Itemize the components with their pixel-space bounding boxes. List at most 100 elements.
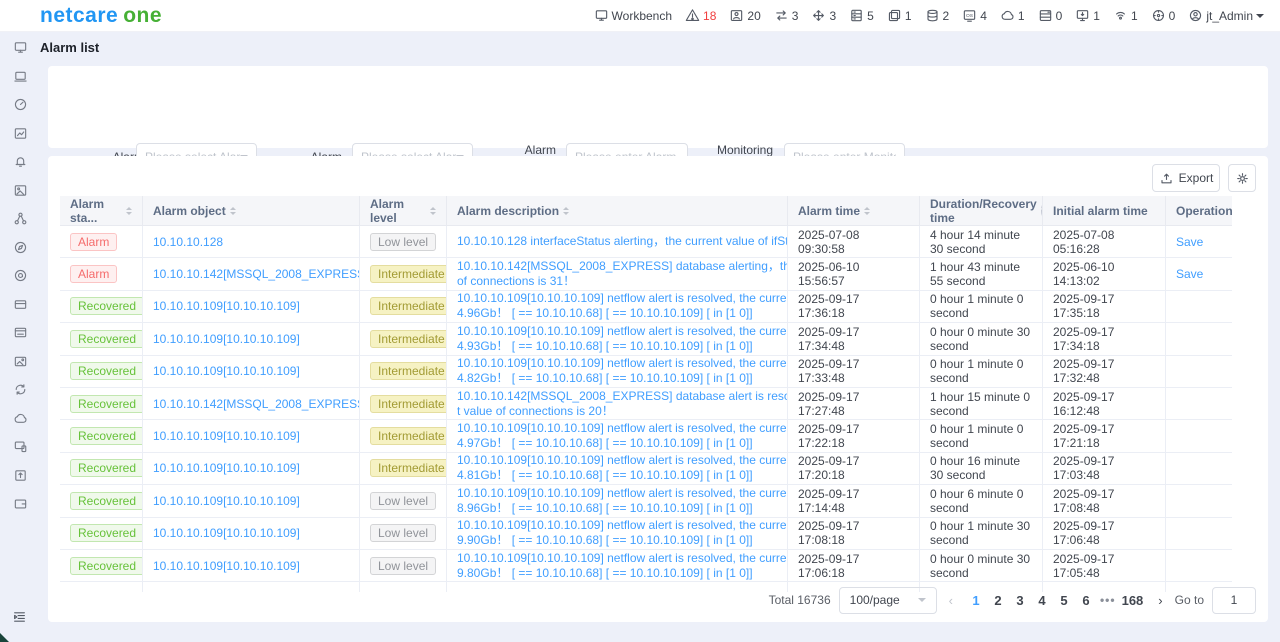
page-number-1[interactable]: 1 bbox=[965, 593, 987, 608]
alarm-description[interactable]: 10.10.10.109[10.10.10.109] netflow alert… bbox=[457, 356, 788, 386]
alarm-level-cell: Intermediate bbox=[360, 420, 447, 451]
collapse-icon[interactable] bbox=[12, 609, 27, 624]
sidebar-shield-icon[interactable] bbox=[13, 268, 28, 283]
page-number-2[interactable]: 2 bbox=[987, 593, 1009, 608]
alarm-object-link[interactable]: 10.10.10.142[MSSQL_2008_EXPRESS] bbox=[153, 267, 360, 281]
status-badge: Recovered bbox=[70, 362, 143, 380]
page-number-4[interactable]: 4 bbox=[1031, 593, 1053, 608]
page-title[interactable]: Alarm list bbox=[40, 40, 99, 55]
column-header[interactable]: Alarm object bbox=[143, 196, 360, 225]
save-link[interactable]: Save bbox=[1176, 267, 1203, 281]
alarm-counter[interactable]: 18 bbox=[685, 8, 716, 23]
alarm-time: 2025-06-10 15:56:57 bbox=[798, 260, 909, 288]
sidebar-cloud-icon[interactable] bbox=[13, 411, 28, 426]
sidebar-wallet-icon[interactable] bbox=[13, 496, 28, 511]
alarm-description[interactable]: 10.10.10.142[MSSQL_2008_EXPRESS] databas… bbox=[457, 389, 788, 419]
sort-icon[interactable] bbox=[126, 207, 132, 215]
alarm-object-link[interactable]: 10.10.10.142[MSSQL_2008_EXPRESS] bbox=[153, 397, 360, 411]
column-settings-button[interactable] bbox=[1228, 164, 1256, 192]
alarm-description[interactable]: 10.10.10.109[10.10.10.109] netflow alert… bbox=[457, 486, 788, 516]
database-counter[interactable]: 2 bbox=[925, 8, 950, 23]
page-number-5[interactable]: 5 bbox=[1053, 593, 1075, 608]
prev-page-button[interactable]: ‹ bbox=[945, 593, 957, 608]
switch-counter[interactable]: 3 bbox=[774, 8, 799, 23]
alarm-description[interactable]: 10.10.10.142[MSSQL_2008_EXPRESS] databas… bbox=[457, 259, 788, 289]
alarm-time: 2025-09-17 17:34:48 bbox=[798, 325, 909, 353]
service-counter[interactable]: 0 bbox=[1151, 8, 1176, 23]
sidebar-compass-icon[interactable] bbox=[13, 240, 28, 255]
alarm-object-link[interactable]: 10.10.10.109[10.10.10.109] bbox=[153, 429, 300, 443]
counter-value: 5 bbox=[867, 9, 874, 23]
alarm-object-link[interactable]: 10.10.10.109[10.10.10.109] bbox=[153, 494, 300, 508]
sort-icon[interactable] bbox=[430, 207, 436, 215]
user-menu[interactable]: jt_Admin bbox=[1188, 8, 1264, 23]
sidebar-tablet-icon[interactable] bbox=[13, 69, 28, 84]
alarm-object-link[interactable]: 10.10.10.109[10.10.10.109] bbox=[153, 526, 300, 540]
storage-counter[interactable]: 0 bbox=[1038, 8, 1063, 23]
alarm-description[interactable]: 10.10.10.109[10.10.10.109] netflow alert… bbox=[457, 421, 788, 451]
export-button[interactable]: Export bbox=[1152, 164, 1220, 192]
alarm-object-link[interactable]: 10.10.10.128 bbox=[153, 235, 223, 249]
table-toolbar: Export bbox=[1152, 164, 1256, 192]
sidebar-monitor-icon[interactable] bbox=[13, 40, 28, 55]
alarm-description[interactable]: 10.10.10.1[10000WG-S-HW] switching Resta… bbox=[457, 590, 788, 592]
column-header[interactable]: Alarm description bbox=[447, 196, 788, 225]
sidebar-devices-icon[interactable] bbox=[13, 439, 28, 454]
sidebar-dashboard-icon[interactable] bbox=[13, 97, 28, 112]
column-header[interactable]: Alarm level bbox=[360, 196, 447, 225]
vm-counter[interactable]: 1 bbox=[887, 8, 912, 23]
save-link[interactable]: Save bbox=[1176, 235, 1203, 249]
host-counter[interactable]: 20 bbox=[729, 8, 760, 23]
page-number-3[interactable]: 3 bbox=[1009, 593, 1031, 608]
sidebar-topology-icon[interactable] bbox=[13, 211, 28, 226]
os-counter[interactable]: OS4 bbox=[962, 8, 987, 23]
sidebar-card-icon[interactable] bbox=[13, 297, 28, 312]
wireless-counter[interactable]: 1 bbox=[1113, 8, 1138, 23]
alarm-object-link[interactable]: 10.10.10.109[10.10.10.109] bbox=[153, 559, 300, 573]
initial-alarm-time: 2025-07-08 05:16:28 bbox=[1053, 228, 1155, 256]
goto-page-input[interactable] bbox=[1212, 587, 1256, 614]
terminal-counter[interactable]: 1 bbox=[1075, 8, 1100, 23]
alarm-level-cell: Intermediate bbox=[360, 323, 447, 354]
pagination-bar: Total 16736 100/page ‹ 123456•••168 › Go… bbox=[769, 586, 1256, 614]
alarm-object-link[interactable]: 10.10.10.109[10.10.10.109] bbox=[153, 461, 300, 475]
workbench-button[interactable]: Workbench bbox=[594, 8, 672, 23]
alarm-description[interactable]: 10.10.10.109[10.10.10.109] netflow alert… bbox=[457, 551, 788, 581]
column-header[interactable]: Alarm time bbox=[788, 196, 920, 225]
workbench-label: Workbench bbox=[612, 9, 672, 23]
alarm-object-link[interactable]: 10.10.10.109[10.10.10.109] bbox=[153, 299, 300, 313]
alarm-description[interactable]: 10.10.10.109[10.10.10.109] netflow alert… bbox=[457, 453, 788, 483]
column-header[interactable]: Alarm sta... bbox=[60, 196, 143, 225]
alarm-status-cell: Recovered bbox=[60, 356, 143, 387]
cloud-counter[interactable]: 1 bbox=[1000, 8, 1025, 23]
alarm-object-link[interactable]: 10.10.10.109[10.10.10.109] bbox=[153, 364, 300, 378]
sidebar-export-box-icon[interactable] bbox=[13, 468, 28, 483]
counter-value: 3 bbox=[792, 9, 799, 23]
alarm-description[interactable]: 10.10.10.109[10.10.10.109] netflow alert… bbox=[457, 324, 788, 354]
sort-icon[interactable] bbox=[563, 207, 569, 215]
counter-value: 0 bbox=[1169, 9, 1176, 23]
alarm-object-link[interactable]: 10.10.10.109[10.10.10.109] bbox=[153, 332, 300, 346]
sidebar-chart-icon[interactable] bbox=[13, 126, 28, 141]
sort-icon[interactable] bbox=[864, 207, 870, 215]
page-number-6[interactable]: 6 bbox=[1075, 593, 1097, 608]
alarm-level-cell: Low level bbox=[360, 485, 447, 516]
column-label: Alarm level bbox=[370, 197, 426, 225]
page-number-168[interactable]: 168 bbox=[1119, 593, 1147, 608]
page-size-select[interactable]: 100/page bbox=[839, 587, 937, 614]
more-pages-icon[interactable]: ••• bbox=[1097, 593, 1119, 607]
next-page-button[interactable]: › bbox=[1154, 593, 1166, 608]
alarm-description[interactable]: 10.10.10.109[10.10.10.109] netflow alert… bbox=[457, 291, 788, 321]
router-counter[interactable]: 3 bbox=[811, 8, 836, 23]
alarm-description[interactable]: 10.10.10.128 interfaceStatus alerting，th… bbox=[457, 234, 788, 249]
sidebar-gallery-icon[interactable] bbox=[13, 183, 28, 198]
sidebar-sync-icon[interactable] bbox=[13, 382, 28, 397]
sidebar-bell-icon[interactable] bbox=[13, 154, 28, 169]
initial-alarm-time: 2025-09-17 17:35:18 bbox=[1053, 292, 1155, 320]
sidebar-frame-icon[interactable] bbox=[13, 354, 28, 369]
server-counter[interactable]: 5 bbox=[849, 8, 874, 23]
sort-icon[interactable] bbox=[230, 207, 236, 215]
sidebar-browser-icon[interactable] bbox=[13, 325, 28, 340]
device-counters: 2033512OS410110 bbox=[729, 8, 1175, 23]
alarm-description[interactable]: 10.10.10.109[10.10.10.109] netflow alert… bbox=[457, 518, 788, 548]
